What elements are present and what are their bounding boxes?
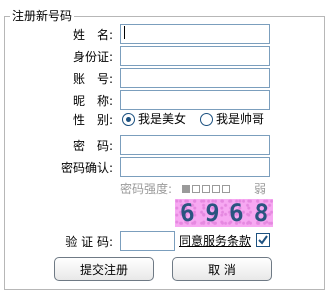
captcha-char: 8	[252, 198, 270, 228]
gender-label: 性 别:	[72, 113, 113, 127]
gender-option-male-label: 我是帅哥	[216, 112, 265, 126]
cancel-button[interactable]: 取 消	[172, 257, 272, 281]
radio-female[interactable]	[122, 112, 135, 126]
password-input[interactable]	[120, 135, 270, 155]
submit-register-button[interactable]: 提交注册	[54, 257, 154, 281]
form-legend: 注册新号码	[10, 9, 75, 23]
password-label: 密 码:	[72, 139, 113, 153]
strength-segment	[222, 184, 231, 193]
gender-option-male[interactable]: 我是帅哥	[200, 112, 264, 126]
strength-meter	[182, 184, 232, 193]
gender-option-female[interactable]: 我是美女	[122, 112, 186, 126]
id-card-label: 身份证:	[72, 50, 113, 64]
name-input[interactable]	[120, 24, 270, 44]
captcha-input[interactable]	[120, 231, 175, 251]
password-strength-level: 弱	[254, 182, 267, 196]
strength-segment	[192, 184, 201, 193]
captcha-char: 6	[178, 198, 196, 228]
password-confirm-label: 密码确认:	[60, 161, 113, 175]
name-label: 姓 名:	[72, 28, 113, 42]
check-icon	[258, 235, 268, 245]
nickname-label: 昵 称:	[72, 94, 113, 108]
captcha-image[interactable]: 6 9 6 8	[175, 198, 273, 228]
password-confirm-input[interactable]	[120, 157, 270, 177]
captcha-char: 9	[203, 198, 221, 228]
captcha-label: 验 证 码:	[65, 235, 113, 249]
agree-terms-link[interactable]: 同意服务条款	[179, 234, 251, 248]
password-strength: 密码强度: 弱	[120, 180, 266, 197]
account-input[interactable]	[120, 68, 270, 88]
radio-male[interactable]	[200, 112, 213, 126]
password-strength-label: 密码强度:	[120, 182, 173, 196]
agree-terms-checkbox[interactable]	[256, 233, 270, 247]
strength-segment	[212, 184, 221, 193]
strength-segment	[202, 184, 211, 193]
strength-segment	[182, 184, 191, 193]
gender-option-female-label: 我是美女	[138, 112, 187, 126]
text-caret	[124, 26, 125, 39]
nickname-input[interactable]	[120, 90, 270, 110]
captcha-char: 6	[228, 198, 245, 228]
account-label: 账 号:	[72, 72, 113, 86]
id-card-input[interactable]	[120, 46, 270, 66]
